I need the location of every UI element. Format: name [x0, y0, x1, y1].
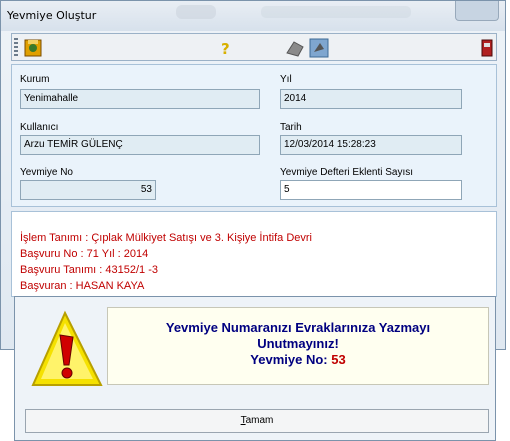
tarih-label: Tarih [280, 122, 302, 133]
toolbar: ? [11, 33, 497, 61]
kullanici-label: Kullanıcı [20, 122, 59, 133]
message-box: Yevmiye Numaranızı Evraklarınıza Yazmayı… [107, 307, 489, 385]
basvuru-no-text: Başvuru No : 71 Yıl : 2014 [20, 248, 149, 260]
islem-bilgi-panel: İşlem Tanımı : Çıplak Mülkiyet Satışı ve… [11, 211, 497, 297]
kullanici-field[interactable]: Arzu TEMİR GÜLENÇ [20, 135, 260, 155]
exit-icon[interactable] [476, 37, 498, 59]
settings-icon[interactable] [308, 37, 330, 59]
title-bar: Yevmiye Oluştur [1, 1, 505, 31]
eklenti-sayisi-field[interactable]: 5 [280, 180, 462, 200]
yil-field[interactable]: 2014 [280, 89, 462, 109]
help-icon[interactable]: ? [215, 37, 237, 59]
eklenti-sayisi-label: Yevmiye Defteri Eklenti Sayısı [280, 167, 414, 178]
basvuran-text: Başvuran : HASAN KAYA [20, 280, 145, 292]
tools-icon[interactable] [284, 37, 306, 59]
background-artifact [176, 5, 216, 19]
warning-icon [31, 310, 103, 386]
tamam-label: amam [245, 415, 274, 426]
message-line-3: Yevmiye No: 53 [108, 352, 488, 367]
svg-text:?: ? [221, 40, 230, 58]
window-title: Yevmiye Oluştur [7, 9, 97, 22]
close-button[interactable] [455, 1, 499, 21]
message-dialog: Yevmiye Numaranızı Evraklarınıza Yazmayı… [14, 296, 496, 441]
toolbar-grip-icon[interactable] [14, 38, 18, 56]
message-line-2: Unutmayınız! [257, 336, 339, 351]
yevmiye-no-field[interactable]: 53 [20, 180, 156, 200]
islem-tanimi-text: İşlem Tanımı : Çıplak Mülkiyet Satışı ve… [20, 232, 313, 244]
yevmiye-no-label: Yevmiye No [20, 167, 73, 178]
background-artifact [261, 6, 411, 18]
tamam-button[interactable]: Tamam [25, 409, 489, 433]
kurum-label: Kurum [20, 74, 50, 85]
yil-label: Yıl [280, 74, 292, 85]
basvuru-tanimi-text: Başvuru Tanımı : 43152/1 -3 [20, 264, 158, 276]
yevmiye-no-caption: Yevmiye No: [250, 352, 332, 367]
kurum-field[interactable]: Yenimahalle [20, 89, 260, 109]
tarih-field[interactable]: 12/03/2014 15:28:23 [280, 135, 462, 155]
yevmiye-no-value: 53 [331, 352, 346, 367]
form-panel: Kurum Yenimahalle Yıl 2014 Kullanıcı Arz… [11, 64, 497, 207]
save-icon[interactable] [22, 37, 44, 59]
message-line-1: Yevmiye Numaranızı Evraklarınıza Yazmayı [165, 320, 431, 335]
